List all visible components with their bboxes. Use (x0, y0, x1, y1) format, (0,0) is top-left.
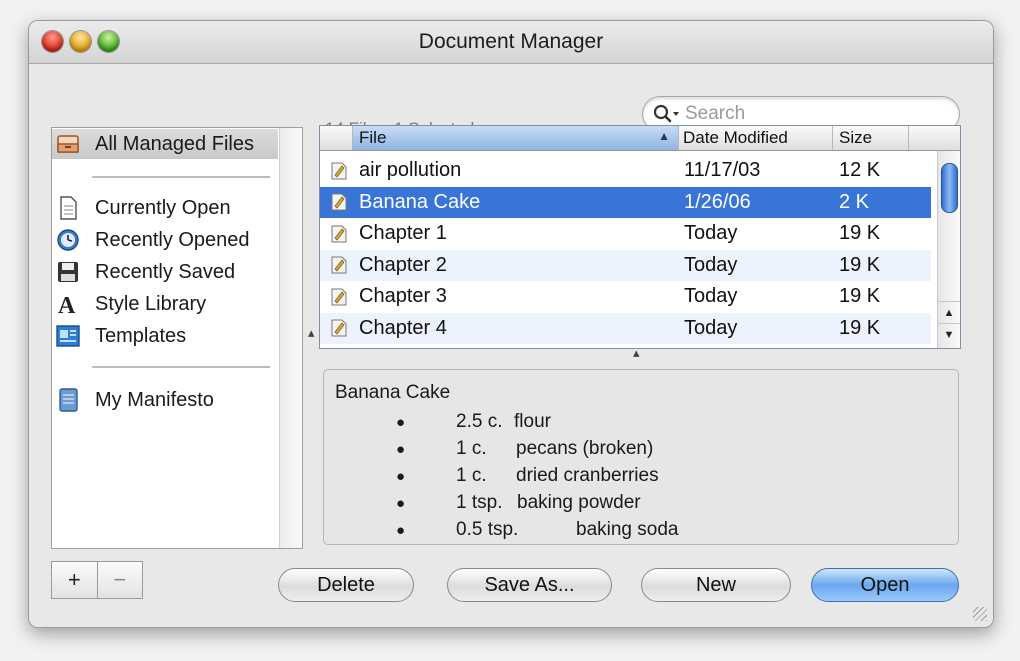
window-title: Document Manager (418, 30, 604, 53)
file-size: 2 K (839, 190, 870, 213)
sidebar-item-label: Currently Open (95, 196, 231, 219)
document-preview: Banana Cake ● 2.5 c. flour ● 1 c. pecans… (323, 369, 959, 545)
scroll-down-arrow-icon[interactable]: ▼ (938, 323, 960, 346)
sidebar-item-recently-opened[interactable]: Recently Opened (52, 225, 278, 255)
file-size: 19 K (839, 222, 881, 245)
sidebar-divider (92, 366, 270, 368)
title-bar[interactable]: Document Manager (29, 21, 993, 64)
date-modified: 1/26/06 (684, 190, 751, 213)
bullet-icon: ● (396, 467, 406, 485)
document-manager-window: Document Manager 14 Files; 1 Selected Al… (28, 20, 994, 628)
sidebar-item-templates[interactable]: Templates (52, 321, 278, 351)
bullet-icon: ● (396, 440, 406, 458)
sidebar-item-currently-open[interactable]: Currently Open (52, 193, 278, 223)
date-modified: Today (684, 316, 738, 339)
table-row[interactable]: Chapter 2 Today 19 K (320, 249, 931, 282)
table-header: File ▲ Date Modified Size (320, 126, 960, 151)
sidebar-item-style-library[interactable]: A Style Library (52, 289, 278, 319)
sidebar-item-label: Style Library (95, 292, 207, 315)
column-header-filler (909, 126, 960, 150)
sidebar-item-label: All Managed Files (95, 132, 254, 155)
column-header-icon (320, 126, 353, 150)
file-name: air pollution (359, 159, 462, 182)
scroll-up-arrow-icon[interactable]: ▲ (938, 301, 960, 324)
column-header-date-modified[interactable]: Date Modified (679, 126, 833, 150)
sidebar-item-recently-saved[interactable]: Recently Saved (52, 257, 278, 287)
table-row[interactable]: air pollution 11/17/03 12 K (320, 155, 931, 187)
sidebar: All Managed Files Currently Open Recentl… (51, 127, 303, 549)
file-name: Chapter 1 (359, 222, 447, 245)
add-remove-control: + − (51, 561, 143, 599)
column-header-file[interactable]: File ▲ (353, 126, 679, 150)
clock-icon (55, 227, 81, 253)
table-row[interactable]: Chapter 1 Today 19 K (320, 218, 931, 250)
sidebar-item-label: Templates (95, 324, 187, 347)
document-pen-icon (330, 218, 348, 250)
resize-grip[interactable] (973, 607, 987, 621)
save-as-button[interactable]: Save As... (447, 568, 612, 602)
sidebar-divider (92, 176, 270, 178)
file-name: Chapter 4 (359, 316, 447, 339)
remove-button[interactable]: − (98, 562, 143, 598)
sidebar-item-label: Recently Saved (95, 260, 236, 283)
date-modified: Today (684, 253, 738, 276)
file-size: 19 K (839, 253, 881, 276)
file-name: Banana Cake (359, 190, 481, 213)
file-name: Chapter 3 (359, 285, 447, 308)
notebook-icon (55, 387, 81, 413)
preview-title: Banana Cake (335, 382, 451, 403)
date-modified: Today (684, 285, 738, 308)
date-modified: 11/17/03 (684, 159, 761, 182)
table-row[interactable]: Chapter 4 Today 19 K (320, 312, 931, 345)
template-icon (55, 323, 81, 349)
svg-text:A: A (58, 293, 76, 316)
sidebar-item-label: My Manifesto (95, 388, 214, 411)
table-row[interactable]: Chapter 3 Today 19 K (320, 281, 931, 313)
document-pen-icon (330, 313, 348, 345)
delete-button[interactable]: Delete (278, 568, 414, 602)
drawer-icon (55, 131, 81, 157)
new-button[interactable]: New (641, 568, 791, 602)
date-modified: Today (684, 222, 738, 245)
table-scrollbar[interactable]: ▲ ▼ (937, 151, 960, 348)
column-header-size[interactable]: Size (833, 126, 909, 150)
splitter-handle[interactable]: ▴ (308, 325, 315, 341)
search-icon[interactable] (653, 104, 683, 124)
document-pen-icon (330, 187, 348, 219)
sidebar-item-label: Recently Opened (95, 228, 250, 251)
sidebar-item-my-manifesto[interactable]: My Manifesto (52, 385, 278, 415)
bullet-icon: ● (396, 494, 406, 512)
sidebar-scrollbar[interactable] (279, 128, 302, 548)
scrollbar-thumb[interactable] (941, 163, 958, 213)
file-size: 19 K (839, 316, 881, 339)
search-input[interactable] (683, 102, 937, 126)
sidebar-item-all-managed-files[interactable]: All Managed Files (52, 129, 278, 159)
document-pen-icon (330, 281, 348, 313)
window-content: 14 Files; 1 Selected All Managed Files (29, 64, 993, 627)
bullet-icon: ● (396, 521, 406, 539)
font-style-icon: A (55, 291, 81, 317)
file-name: Chapter 2 (359, 253, 447, 276)
bullet-icon: ● (396, 413, 406, 431)
file-size: 12 K (839, 159, 881, 182)
document-icon (55, 195, 81, 221)
file-size: 19 K (839, 285, 881, 308)
document-pen-icon (330, 155, 348, 187)
document-pen-icon (330, 250, 348, 282)
open-button[interactable]: Open (811, 568, 959, 602)
sort-ascending-icon: ▲ (658, 129, 670, 143)
add-button[interactable]: + (52, 562, 98, 598)
floppy-disk-icon (55, 259, 81, 285)
file-table: File ▲ Date Modified Size air pollution … (319, 125, 961, 349)
table-row[interactable]: Banana Cake 1/26/06 2 K (320, 186, 931, 219)
